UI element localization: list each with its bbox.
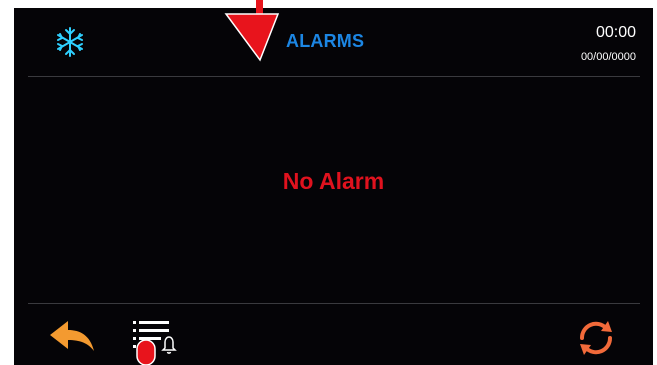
no-alarm-message: No Alarm bbox=[282, 168, 385, 194]
back-arrow-icon[interactable] bbox=[48, 318, 96, 354]
footer-divider bbox=[28, 303, 640, 304]
snowflake-icon[interactable] bbox=[54, 26, 86, 58]
annotation-marker-icon bbox=[136, 339, 156, 365]
refresh-icon[interactable] bbox=[574, 316, 618, 360]
annotation-down-arrow-icon bbox=[224, 0, 280, 62]
page-title: ALARMS bbox=[286, 31, 365, 51]
alarms-screen: ALARMS 00:00 00/00/0000 No Alarm bbox=[14, 8, 653, 365]
clock-time: 00:00 bbox=[595, 24, 636, 41]
header-bar: ALARMS 00:00 00/00/0000 bbox=[14, 8, 653, 76]
clock-date: 00/00/0000 bbox=[580, 51, 636, 63]
header-divider bbox=[28, 76, 640, 77]
